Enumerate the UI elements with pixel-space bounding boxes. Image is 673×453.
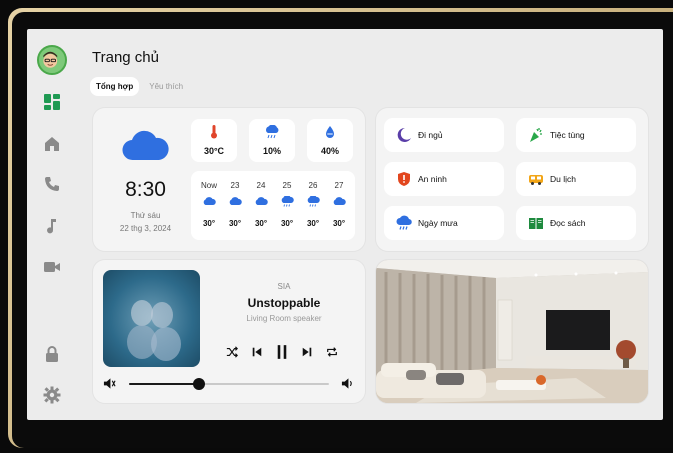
scene-party[interactable]: Tiệc tùng [516, 118, 636, 152]
hour-label: 27 [334, 181, 344, 190]
screen: Trang chủ Tổng hợp Yêu thích 8:30 Thứ sá… [27, 29, 663, 420]
mute-icon[interactable] [103, 377, 116, 395]
camera-icon[interactable] [41, 256, 63, 278]
droplet-icon [326, 126, 334, 138]
hour-temp: 30° [306, 219, 320, 228]
scene-label: Du lịch [550, 174, 576, 184]
sidebar [27, 29, 77, 420]
shuffle-icon[interactable] [224, 342, 240, 362]
album-art[interactable] [103, 270, 200, 367]
artist-name: SIA [277, 282, 291, 291]
cloud-icon [122, 130, 169, 161]
hour-label: 23 [230, 181, 240, 190]
page-title: Trang chủ [92, 49, 159, 66]
thermometer-icon [211, 125, 217, 139]
hour-label: 24 [256, 181, 266, 190]
avatar[interactable] [37, 45, 67, 75]
scene-security[interactable]: An ninh [384, 162, 504, 196]
camera-feed-image [376, 260, 648, 403]
temperature-tile: 30°C [191, 119, 237, 162]
gear-icon[interactable] [41, 384, 63, 406]
scenes-card: Đi ngủ Tiệc tùng An ninh Du lịch Ngày mư… [376, 108, 648, 251]
scene-travel[interactable]: Du lịch [516, 162, 636, 196]
home-icon[interactable] [41, 133, 63, 155]
scene-label: Đi ngủ [418, 130, 443, 140]
bus-icon [528, 171, 544, 187]
scene-label: Ngày mưa [418, 218, 458, 228]
rain-cloud-icon [396, 215, 412, 231]
volume-fill [129, 383, 199, 385]
cloud-icon [255, 197, 268, 205]
humidity-value: 40% [320, 146, 339, 156]
cloud-icon [333, 197, 346, 205]
clock-time: 8:30 [125, 178, 166, 201]
next-icon[interactable] [299, 342, 315, 362]
cloud-icon [229, 197, 242, 205]
song-title: Unstoppable [247, 296, 321, 310]
scene-sleep[interactable]: Đi ngủ [384, 118, 504, 152]
tab-bar: Tổng hợp Yêu thích [90, 77, 189, 96]
lock-icon[interactable] [41, 343, 63, 365]
hour-temp: 30° [202, 219, 216, 228]
rain-cloud-icon [307, 196, 320, 207]
humidity-tile: 40% [307, 119, 353, 162]
repeat-icon[interactable] [324, 342, 340, 362]
previous-icon[interactable] [249, 342, 265, 362]
phone-icon[interactable] [41, 173, 63, 195]
scene-label: Tiệc tùng [550, 130, 585, 140]
party-popper-icon [528, 127, 544, 143]
music-icon[interactable] [41, 215, 63, 237]
scene-label: An ninh [418, 174, 447, 184]
date-label: 22 thg 3, 2024 [119, 224, 172, 233]
rain-cloud-icon [281, 196, 294, 207]
hour-label: 25 [282, 181, 292, 190]
hour-temp: 30° [280, 219, 294, 228]
scene-reading[interactable]: Đọc sách [516, 206, 636, 240]
rain-chance-value: 10% [262, 146, 281, 156]
hourly-forecast: Now 30° 23 30° 24 30° 25 30° 26 30° 27 3… [191, 171, 355, 240]
hour-label: 26 [308, 181, 318, 190]
rain-cloud-icon [266, 125, 279, 139]
day-name: Thứ sáu [130, 211, 161, 220]
pause-icon[interactable] [274, 342, 290, 362]
cloud-icon [203, 197, 216, 205]
moon-icon [396, 127, 412, 143]
scene-label: Đọc sách [550, 218, 586, 228]
playback-controls [220, 342, 350, 362]
shield-icon [396, 171, 412, 187]
hour-temp: 30° [254, 219, 268, 228]
volume-slider-handle[interactable] [193, 378, 205, 390]
hour-label: Now [200, 181, 217, 190]
temperature-value: 30°C [203, 146, 225, 156]
music-player-card: SIA Unstoppable Living Room speaker [93, 260, 365, 403]
hour-temp: 30° [228, 219, 242, 228]
volume-icon[interactable] [341, 377, 354, 395]
book-icon [528, 215, 544, 231]
output-device: Living Room speaker [246, 314, 322, 323]
volume-bar [103, 375, 353, 393]
volume-track[interactable] [129, 378, 329, 390]
living-room-camera[interactable] [376, 260, 648, 403]
dashboard-icon[interactable] [41, 91, 63, 113]
tab-favorites[interactable]: Yêu thích [143, 77, 189, 96]
rain-chance-tile: 10% [249, 119, 295, 162]
hour-temp: 30° [332, 219, 346, 228]
tab-overview[interactable]: Tổng hợp [90, 77, 140, 96]
scene-rainy-day[interactable]: Ngày mưa [384, 206, 504, 240]
weather-card: 8:30 Thứ sáu 22 thg 3, 2024 30°C 10% 40%… [93, 108, 365, 251]
